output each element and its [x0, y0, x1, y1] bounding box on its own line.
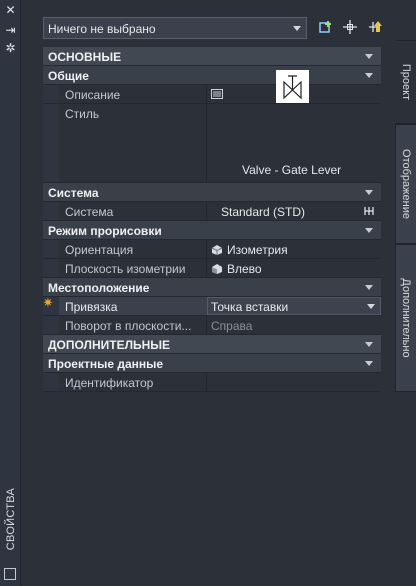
property-anchor[interactable]: Привязка Точка вставки: [43, 297, 381, 316]
chevron-down-icon: [365, 190, 373, 195]
property-description[interactable]: Описание: [43, 85, 381, 104]
selection-dropdown[interactable]: Ничего не выбрано: [43, 17, 307, 39]
palette-title: СВОЙСТВА: [5, 487, 17, 551]
chevron-down-icon: [365, 361, 373, 366]
chevron-down-icon: [367, 304, 375, 309]
system-picker-icon[interactable]: [363, 205, 375, 217]
chevron-down-icon: [293, 26, 301, 31]
select-objects-icon: [343, 20, 357, 34]
select-objects-button[interactable]: [341, 19, 359, 37]
category-general[interactable]: Общие: [43, 66, 381, 85]
anchor-dropdown[interactable]: Точка вставки: [207, 297, 381, 315]
property-system[interactable]: Система Standard (STD): [43, 202, 381, 221]
quick-select-button[interactable]: [367, 19, 385, 37]
palette-title-strip: ✕ ⇥ ✲ СВОЙСТВА: [0, 0, 21, 586]
isometric-icon: [211, 245, 223, 255]
chevron-down-icon: [365, 73, 373, 78]
tab-display[interactable]: Отображение: [395, 124, 416, 244]
property-grid: ОСНОВНЫЕ Общие Описание Стиль Система Си…: [43, 47, 381, 392]
chevron-down-icon: [365, 342, 373, 347]
category-system[interactable]: Система: [43, 183, 381, 202]
category-draw-mode[interactable]: Режим прорисовки: [43, 221, 381, 240]
toggle-pickadd-icon: [319, 21, 331, 33]
category-project-data[interactable]: Проектные данные: [43, 354, 381, 373]
category-location[interactable]: Местоположение: [43, 278, 381, 297]
property-orientation[interactable]: Ориентация Изометрия: [43, 240, 381, 259]
chevron-down-icon: [365, 54, 373, 59]
tab-project[interactable]: Проект: [395, 40, 416, 124]
property-iso-plane[interactable]: Плоскость изометрии Влево: [43, 259, 381, 278]
valve-style-thumbnail[interactable]: [276, 70, 309, 103]
chevron-down-icon: [365, 285, 373, 290]
property-identifier[interactable]: Идентификатор: [43, 373, 381, 392]
palette-tabs: Проект Отображение Дополнительно: [395, 0, 416, 586]
pin-icon[interactable]: ⇥: [4, 24, 17, 36]
style-value: Valve - Gate Lever: [242, 163, 342, 177]
gate-valve-icon: [283, 75, 302, 100]
anchor-marker-icon: ✷: [42, 295, 54, 310]
toggle-pickadd-button[interactable]: [317, 19, 335, 37]
description-editor-icon[interactable]: [211, 88, 223, 102]
quick-select-icon: [369, 21, 382, 32]
close-icon[interactable]: ✕: [4, 4, 17, 16]
category-basic[interactable]: ОСНОВНЫЕ: [43, 47, 381, 66]
iso-plane-left-icon: [212, 264, 222, 274]
properties-panel: Ничего не выбрано ОСНОВНЫЕ Общие Описани…: [21, 0, 395, 586]
chevron-down-icon: [365, 228, 373, 233]
tab-extended[interactable]: Дополнительно: [395, 244, 416, 392]
category-additional[interactable]: ДОПОЛНИТЕЛЬНЫЕ: [43, 335, 381, 354]
panel-icon[interactable]: [4, 568, 16, 580]
property-rotation[interactable]: Поворот в плоскости... Справа: [43, 316, 381, 335]
settings-icon[interactable]: ✲: [4, 42, 17, 54]
